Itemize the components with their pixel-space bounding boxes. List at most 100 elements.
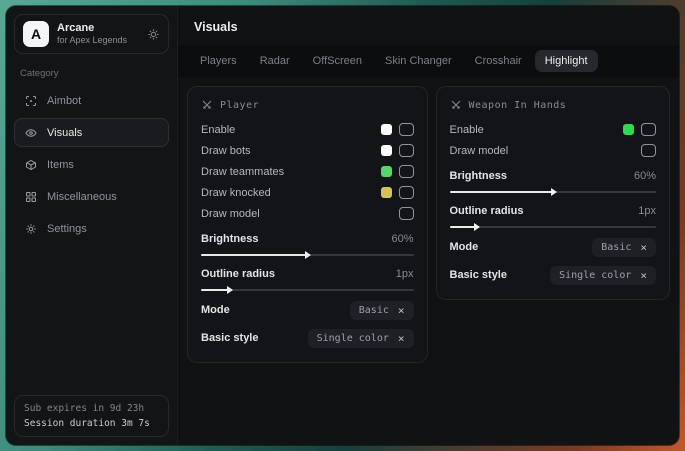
close-icon[interactable]: ×: [398, 305, 405, 316]
toggle-row-draw-model: Draw model: [450, 140, 657, 161]
brightness-row: Brightness 60%: [450, 164, 657, 187]
session-duration-text: Session duration 3m 7s: [24, 418, 159, 429]
enable-checkbox[interactable]: [399, 123, 414, 136]
slider-value: 60%: [391, 233, 413, 245]
close-icon[interactable]: ×: [398, 333, 405, 344]
brand-card: A Arcane for Apex Legends: [14, 14, 169, 54]
toggle-row-draw-teammates: Draw teammates: [201, 161, 414, 182]
select-label: Mode: [201, 304, 230, 316]
draw-teammates-checkbox[interactable]: [399, 165, 414, 178]
brightness-slider[interactable]: [201, 250, 414, 259]
aimbot-crosshair-icon: [25, 95, 37, 107]
app-logo: A: [23, 21, 49, 47]
close-icon[interactable]: ×: [640, 270, 647, 281]
slider-thumb[interactable]: [227, 286, 233, 294]
color-swatch[interactable]: [381, 124, 392, 135]
draw-model-checkbox[interactable]: [641, 144, 656, 157]
mode-select-row: Mode Basic ×: [201, 297, 414, 323]
slider-thumb[interactable]: [551, 188, 557, 196]
sidebar-item-label: Aimbot: [47, 95, 81, 107]
draw-bots-checkbox[interactable]: [399, 144, 414, 157]
draw-model-checkbox[interactable]: [399, 207, 414, 220]
mode-chip[interactable]: Basic ×: [350, 301, 414, 320]
panel-title: Player: [220, 100, 259, 111]
slider-label: Outline radius: [450, 205, 524, 217]
slider-track: [201, 289, 414, 291]
slider-fill: [201, 254, 307, 256]
chip-value: Single color: [317, 333, 389, 344]
tab-offscreen[interactable]: OffScreen: [303, 50, 372, 72]
slider-fill: [450, 226, 477, 228]
sidebar: A Arcane for Apex Legends Category Aimbo: [6, 6, 178, 445]
category-label: Category: [20, 68, 163, 79]
page-title: Visuals: [178, 6, 679, 45]
player-panel-header: Player: [201, 99, 414, 111]
theme-gear-icon[interactable]: [147, 28, 160, 41]
slider-value: 60%: [634, 170, 656, 182]
subscription-info: Sub expires in 9d 23h Session duration 3…: [14, 395, 169, 437]
slider-value: 1px: [396, 268, 414, 280]
slider-fill: [450, 191, 553, 193]
draw-knocked-checkbox[interactable]: [399, 186, 414, 199]
weapon-panel-header: Weapon In Hands: [450, 99, 657, 111]
tab-skin-changer[interactable]: Skin Changer: [375, 50, 462, 72]
color-swatch[interactable]: [623, 124, 634, 135]
slider-fill: [201, 289, 229, 291]
select-label: Basic style: [201, 332, 258, 344]
toggle-label: Draw bots: [201, 145, 251, 157]
slider-label: Outline radius: [201, 268, 275, 280]
brightness-slider[interactable]: [450, 187, 657, 196]
toggle-row-draw-knocked: Draw knocked: [201, 182, 414, 203]
outline-radius-slider[interactable]: [201, 285, 414, 294]
enable-checkbox[interactable]: [641, 123, 656, 136]
sidebar-item-label: Settings: [47, 223, 87, 235]
sidebar-item-label: Items: [47, 159, 74, 171]
sidebar-item-visuals[interactable]: Visuals: [14, 118, 169, 147]
sidebar-item-aimbot[interactable]: Aimbot: [14, 86, 169, 115]
weapon-in-hands-panel: Weapon In Hands Enable Draw model: [436, 86, 671, 300]
app-subtitle: for Apex Legends: [57, 36, 127, 46]
brand-text: Arcane for Apex Legends: [57, 22, 127, 46]
toggle-label: Draw teammates: [201, 166, 284, 178]
sidebar-item-label: Visuals: [47, 127, 82, 139]
sub-expiry-text: Sub expires in 9d 23h: [24, 403, 159, 414]
tab-highlight[interactable]: Highlight: [535, 50, 598, 72]
sidebar-item-items[interactable]: Items: [14, 150, 169, 179]
sidebar-item-miscellaneous[interactable]: Miscellaneous: [14, 182, 169, 211]
tab-crosshair[interactable]: Crosshair: [465, 50, 532, 72]
outline-radius-row: Outline radius 1px: [450, 199, 657, 222]
crossed-swords-icon: [450, 99, 462, 111]
toggle-row-enable: Enable: [450, 119, 657, 140]
basic-style-select-row: Basic style Single color ×: [450, 262, 657, 288]
tab-radar[interactable]: Radar: [250, 50, 300, 72]
panel-title: Weapon In Hands: [469, 100, 567, 111]
sidebar-item-settings[interactable]: Settings: [14, 214, 169, 243]
toggle-label: Draw knocked: [201, 187, 271, 199]
toggle-row-enable: Enable: [201, 119, 414, 140]
basic-style-select-row: Basic style Single color ×: [201, 325, 414, 351]
outline-radius-row: Outline radius 1px: [201, 262, 414, 285]
basic-style-chip[interactable]: Single color ×: [550, 266, 656, 285]
color-swatch[interactable]: [381, 187, 392, 198]
slider-thumb[interactable]: [474, 223, 480, 231]
main-area: Visuals Players Radar OffScreen Skin Cha…: [178, 6, 679, 445]
crossed-swords-icon: [201, 99, 213, 111]
brightness-row: Brightness 60%: [201, 227, 414, 250]
tab-bar: Players Radar OffScreen Skin Changer Cro…: [178, 45, 679, 77]
mode-select-row: Mode Basic ×: [450, 234, 657, 260]
toggle-row-draw-bots: Draw bots: [201, 140, 414, 161]
toggle-label: Draw model: [450, 145, 509, 157]
grid-icon: [25, 191, 37, 203]
basic-style-chip[interactable]: Single color ×: [308, 329, 414, 348]
mode-chip[interactable]: Basic ×: [592, 238, 656, 257]
color-swatch[interactable]: [381, 145, 392, 156]
slider-thumb[interactable]: [305, 251, 311, 259]
chip-value: Basic: [601, 242, 631, 253]
color-swatch[interactable]: [381, 166, 392, 177]
slider-value: 1px: [638, 205, 656, 217]
tab-content: Player Enable Draw bots: [178, 77, 679, 445]
slider-label: Brightness: [201, 233, 258, 245]
outline-radius-slider[interactable]: [450, 222, 657, 231]
close-icon[interactable]: ×: [640, 242, 647, 253]
tab-players[interactable]: Players: [190, 50, 247, 72]
